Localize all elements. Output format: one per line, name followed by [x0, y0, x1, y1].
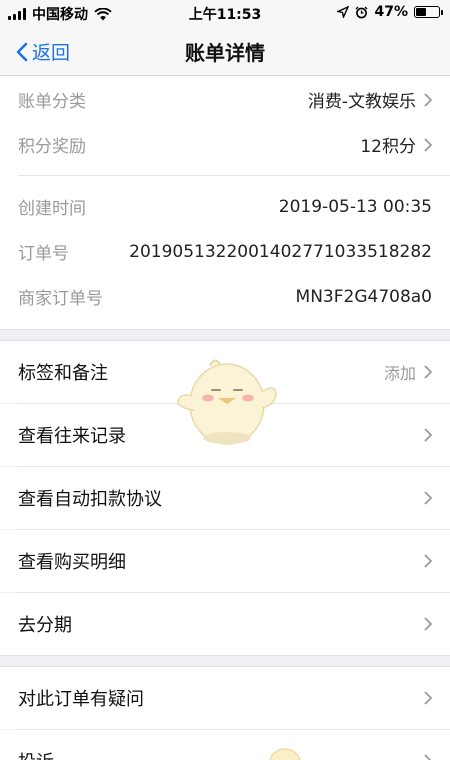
tags-notes-label: 标签和备注	[18, 363, 108, 384]
merchant-order-value: MN3F2G4708a0	[295, 286, 432, 307]
complaint-row[interactable]: 投诉	[0, 730, 450, 760]
battery-icon	[414, 6, 443, 18]
nav-bar: 返回 账单详情	[0, 26, 450, 76]
purchase-detail-row[interactable]: 查看购买明细	[0, 530, 450, 592]
alarm-icon	[355, 6, 368, 18]
add-hint: 添加	[383, 364, 416, 383]
question-row[interactable]: 对此订单有疑问	[0, 667, 450, 729]
status-bar: 中国移动 上午11:53 47%	[0, 0, 450, 26]
category-value-text: 消费-文教娱乐	[307, 92, 416, 112]
points-value: 12积分	[360, 132, 432, 157]
installment-row[interactable]: 去分期	[0, 593, 450, 655]
battery-percent: 47%	[374, 4, 408, 20]
created-time-label: 创建时间	[18, 199, 86, 219]
category-row[interactable]: 账单分类 消费-文教娱乐	[0, 77, 450, 122]
tags-notes-row[interactable]: 标签和备注 添加	[0, 341, 450, 403]
order-number-value: 2019051322001402771033518282	[129, 241, 432, 262]
tags-notes-action: 添加	[384, 360, 432, 384]
support-section: 对此订单有疑问 投诉	[0, 667, 450, 760]
created-time-value: 2019-05-13 00:35	[278, 196, 432, 217]
status-right: 47%	[337, 4, 443, 20]
location-arrow-icon	[337, 6, 350, 18]
order-number-label: 订单号	[18, 244, 69, 264]
chevron-right-icon	[424, 491, 432, 505]
history-row[interactable]: 查看往来记录	[0, 404, 450, 466]
points-row[interactable]: 积分奖励 12积分	[0, 122, 450, 167]
chevron-right-icon	[424, 365, 432, 379]
summary-section: 账单分类 消费-文教娱乐 积分奖励 12积分 创建时间 2019-05-13 0…	[0, 76, 450, 329]
chevron-right-icon	[424, 691, 432, 705]
order-number-row: 订单号 2019051322001402771033518282	[0, 229, 450, 274]
purchase-detail-label: 查看购买明细	[18, 552, 126, 573]
auto-deduct-label: 查看自动扣款协议	[18, 489, 162, 510]
points-label: 积分奖励	[18, 137, 86, 157]
chevron-right-icon	[424, 617, 432, 631]
points-value-text: 12积分	[360, 137, 416, 157]
chevron-right-icon	[424, 754, 432, 760]
installment-label: 去分期	[18, 615, 72, 636]
complaint-label: 投诉	[18, 748, 54, 760]
merchant-order-label: 商家订单号	[18, 289, 103, 309]
page-title: 账单详情	[185, 41, 265, 65]
chevron-right-icon	[424, 92, 432, 107]
merchant-order-row: 商家订单号 MN3F2G4708a0	[0, 274, 450, 319]
chevron-right-icon	[424, 554, 432, 568]
chevron-right-icon	[424, 428, 432, 442]
created-time-row: 创建时间 2019-05-13 00:35	[0, 184, 450, 229]
chevron-right-icon	[424, 137, 432, 152]
section-gap	[0, 655, 450, 667]
category-label: 账单分类	[18, 92, 86, 112]
category-value: 消费-文教娱乐	[308, 87, 432, 112]
auto-deduct-row[interactable]: 查看自动扣款协议	[0, 467, 450, 529]
actions-section: 标签和备注 添加 查看往来记录 查看自动扣款协议 查看购买明细 去分期	[0, 341, 450, 655]
section-gap	[0, 329, 450, 341]
question-label: 对此订单有疑问	[18, 689, 144, 710]
history-label: 查看往来记录	[18, 426, 126, 447]
